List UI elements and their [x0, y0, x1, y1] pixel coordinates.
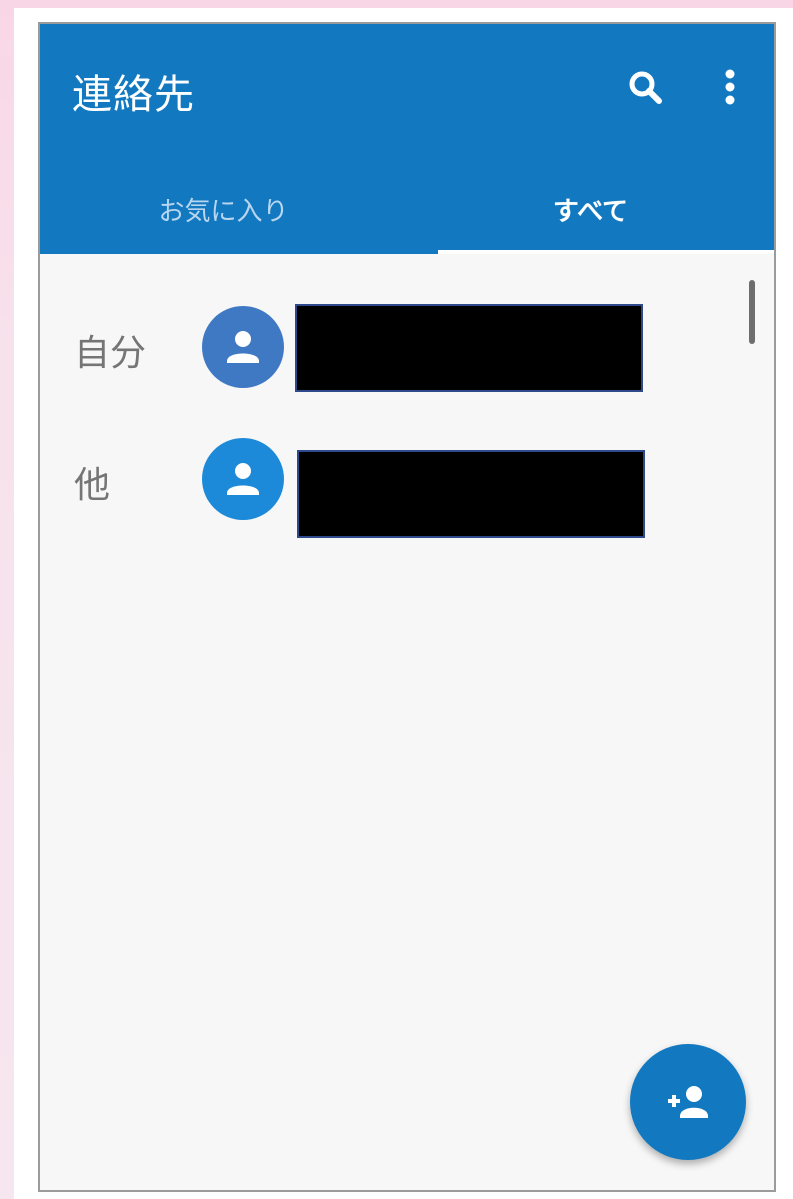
person-icon [227, 463, 259, 495]
phone-screen: 連絡先 お気に入り すべて 自分 他 [38, 22, 776, 1192]
person-icon [227, 331, 259, 363]
section-label-other: 他 [74, 465, 111, 506]
add-contact-fab[interactable] [630, 1044, 746, 1160]
page-title: 連絡先 [72, 72, 195, 118]
avatar-other[interactable] [202, 438, 284, 520]
contact-name-self-redacted[interactable] [295, 304, 643, 392]
app-bar: 連絡先 お気に入り すべて [40, 24, 774, 254]
avatar-self[interactable] [202, 306, 284, 388]
scrollbar[interactable] [749, 280, 755, 344]
tab-bar: お気に入り すべて [40, 164, 774, 254]
search-button[interactable] [622, 64, 670, 112]
search-icon [629, 71, 662, 104]
section-label-self: 自分 [74, 333, 147, 374]
add-person-icon [668, 1086, 708, 1118]
tab-favorites[interactable]: お気に入り [40, 164, 407, 254]
more-options-button[interactable] [716, 64, 744, 112]
more-vert-icon [725, 69, 735, 105]
contact-name-other-redacted[interactable] [297, 450, 645, 538]
tab-all[interactable]: すべて [407, 164, 774, 254]
